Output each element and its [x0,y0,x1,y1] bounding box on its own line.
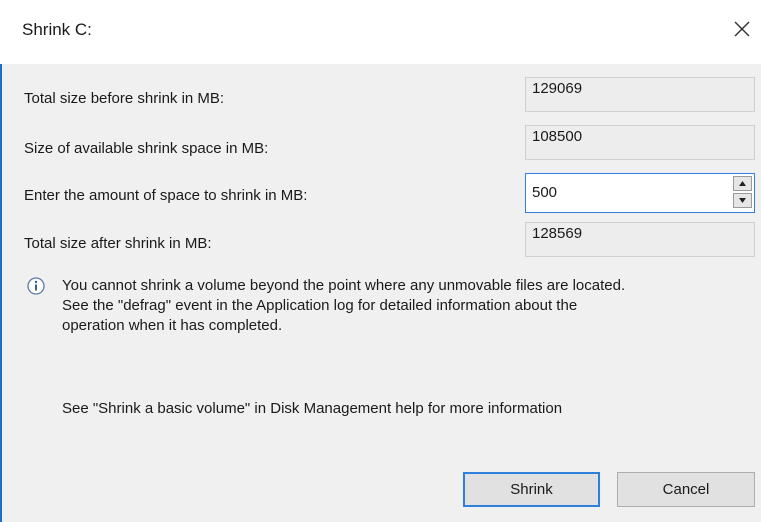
close-icon [734,21,750,37]
shrink-amount-input[interactable] [526,174,726,211]
spin-down-button[interactable] [733,193,752,208]
spin-up-button[interactable] [733,176,752,191]
total-before-value: 129069 [525,77,755,112]
total-before-label: Total size before shrink in MB: [24,90,225,107]
info-line-3: operation when it has completed. [62,317,283,334]
help-text: See "Shrink a basic volume" in Disk Mana… [62,400,563,417]
window-edge [0,64,2,522]
spin-down-icon [739,198,746,203]
info-icon [26,276,46,296]
spin-up-icon [739,181,746,186]
info-line-2: See the "defrag" event in the Applicatio… [62,297,578,314]
cancel-button[interactable]: Cancel [617,472,755,507]
available-space-label: Size of available shrink space in MB: [24,140,269,157]
dialog-title: Shrink C: [22,20,92,39]
total-after-label: Total size after shrink in MB: [24,235,212,252]
available-space-value: 108500 [525,125,755,160]
info-line-1: You cannot shrink a volume beyond the po… [62,277,626,294]
shrink-amount-label: Enter the amount of space to shrink in M… [24,187,308,204]
shrink-dialog: Shrink C: Total size before shrink in MB… [0,0,761,522]
info-message: You cannot shrink a volume beyond the po… [62,276,757,336]
shrink-amount-spinbox[interactable] [525,173,755,213]
title-bar: Shrink C: [0,0,761,64]
shrink-button[interactable]: Shrink [463,472,600,507]
close-button[interactable] [730,14,754,44]
total-after-value: 128569 [525,222,755,257]
